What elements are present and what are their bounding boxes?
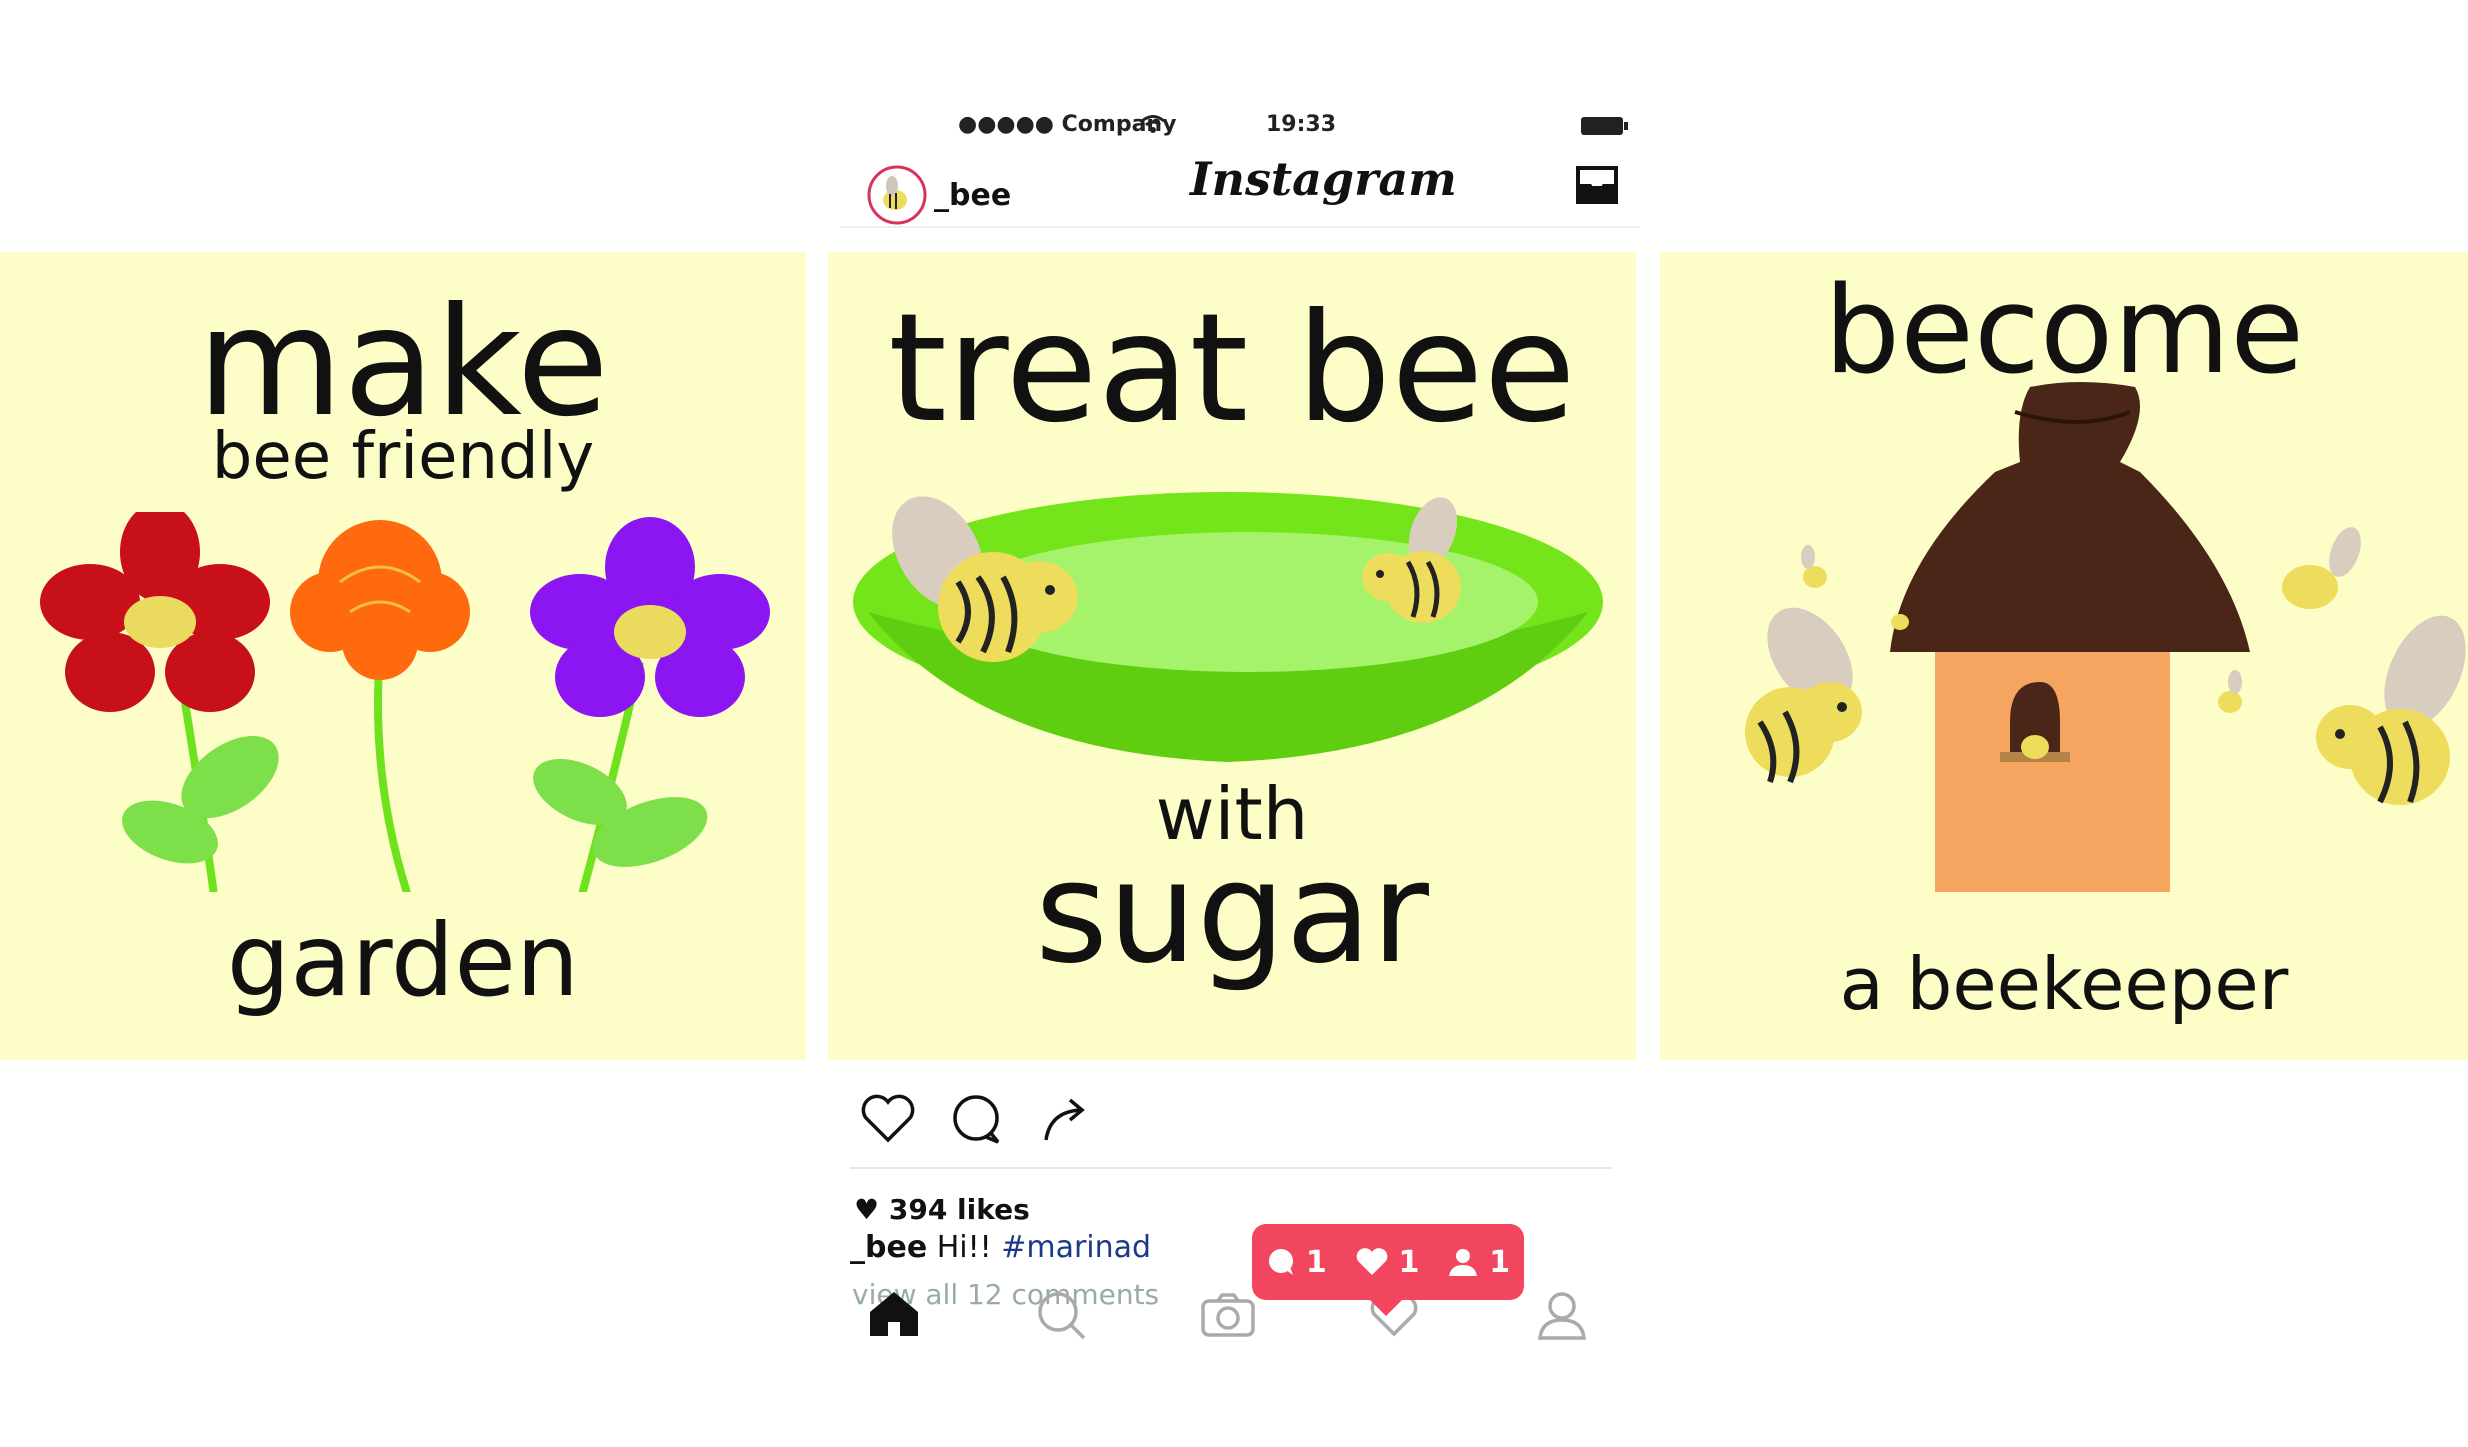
- avatar[interactable]: [866, 164, 928, 226]
- panel-right-footer: a beekeeper: [1839, 942, 2289, 1026]
- app-logo: Instagram: [1190, 152, 1457, 206]
- header-username[interactable]: _bee: [934, 178, 1011, 213]
- notif-follows: 1: [1447, 1245, 1510, 1280]
- flowers-illustration: [40, 512, 770, 892]
- search-icon[interactable]: [1036, 1290, 1088, 1342]
- header-divider: [840, 226, 1640, 228]
- notif-follows-count: 1: [1489, 1244, 1511, 1280]
- likes-text: 394 likes: [888, 1193, 1030, 1226]
- status-time: 19:33: [1266, 112, 1337, 137]
- battery-icon: [1581, 117, 1628, 135]
- panel-left-footer: garden: [226, 902, 580, 1019]
- share-icon[interactable]: [1040, 1094, 1090, 1144]
- heart-icon: [1356, 1248, 1387, 1275]
- comment-icon[interactable]: [950, 1094, 1004, 1146]
- panel-center-title: treat bee: [888, 282, 1576, 456]
- inbox-icon[interactable]: [1574, 164, 1620, 206]
- post-image-left: make bee friendly garden: [0, 252, 806, 1060]
- home-icon[interactable]: [868, 1290, 920, 1338]
- profile-icon: [1449, 1249, 1478, 1276]
- comment-icon: [1268, 1249, 1293, 1275]
- caption-hashtag[interactable]: #marinad: [1001, 1230, 1151, 1265]
- caption-username[interactable]: _bee: [850, 1230, 927, 1265]
- wifi-icon: [1141, 115, 1165, 133]
- likes-heart-icon: ♥: [854, 1193, 880, 1226]
- sugar-dish-illustration: [853, 492, 1603, 762]
- notif-comments-count: 1: [1305, 1244, 1327, 1280]
- panel-center-footer: sugar: [1035, 832, 1429, 995]
- panel-right-title: become: [1823, 262, 2305, 401]
- post-image[interactable]: treat bee with sugar: [828, 252, 1636, 1060]
- notif-likes-count: 1: [1398, 1244, 1420, 1280]
- post-image-right: become a beekeeper: [1660, 252, 2468, 1060]
- camera-icon[interactable]: [1200, 1292, 1256, 1338]
- notif-likes: 1: [1355, 1244, 1420, 1280]
- notif-comments: 1: [1266, 1245, 1327, 1280]
- likes-count[interactable]: ♥ 394 likes: [854, 1193, 1030, 1226]
- heart-icon[interactable]: [860, 1094, 916, 1144]
- profile-icon[interactable]: [1536, 1290, 1588, 1342]
- beehive-illustration: [1745, 382, 2466, 892]
- post-caption: _bee Hi!! #marinad: [850, 1230, 1151, 1265]
- panel-left-subtitle: bee friendly: [211, 420, 595, 494]
- actions-divider: [850, 1167, 1612, 1169]
- activity-notification[interactable]: 1 1 1: [1252, 1224, 1524, 1316]
- caption-text: Hi!!: [927, 1230, 1002, 1265]
